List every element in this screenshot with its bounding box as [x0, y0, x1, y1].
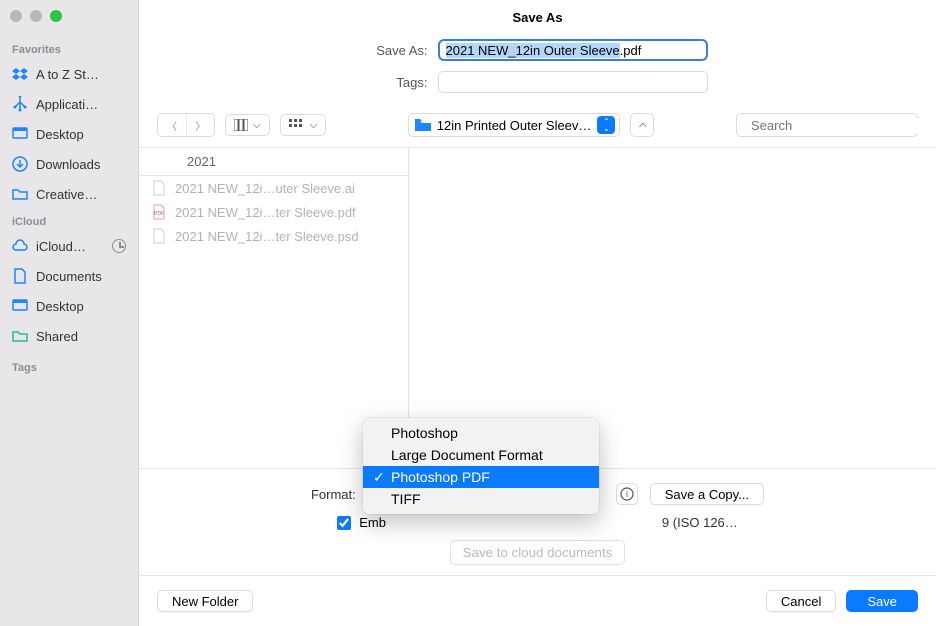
document-icon — [12, 268, 28, 284]
sidebar-item-app[interactable]: Applicati… — [0, 92, 138, 116]
cancel-button[interactable]: Cancel — [766, 590, 836, 612]
sidebar-item-dropbox[interactable]: A to Z St… — [0, 62, 138, 86]
path-label: 12in Printed Outer Sleev… — [437, 118, 592, 133]
file-name: 2021 NEW_12i…uter Sleeve.ai — [175, 181, 355, 196]
file-icon: PDF — [151, 204, 167, 220]
sidebar-item-label: Shared — [36, 329, 78, 344]
sidebar-item-label: Desktop — [36, 127, 84, 142]
filename-input[interactable] — [438, 39, 708, 61]
view-columns-button[interactable]: ⌵ — [225, 114, 270, 136]
format-label: Format: — [311, 487, 356, 502]
save-as-label: Save As: — [368, 43, 428, 58]
sidebar-item-folder[interactable]: Creative… — [0, 182, 138, 206]
save-a-copy-button[interactable]: Save a Copy... — [650, 483, 764, 505]
embed-label-prefix: Emb — [359, 515, 386, 530]
sidebar-item-label: iCloud… — [36, 239, 86, 254]
chevron-left-icon: 〈 — [167, 118, 177, 133]
shared-icon — [12, 328, 28, 344]
sidebar-item-desktop[interactable]: Desktop — [0, 122, 138, 146]
sidebar-item-label: Creative… — [36, 187, 97, 202]
format-menu-item[interactable]: Large Document Format — [363, 444, 599, 466]
desktop-icon — [12, 298, 28, 314]
desktop-icon — [12, 126, 28, 142]
sidebar-item-desktop[interactable]: Desktop — [0, 294, 138, 318]
svg-text:i: i — [626, 489, 628, 499]
embed-label-suffix: 9 (ISO 126… — [662, 515, 738, 530]
chevron-down-icon: ⌵ — [253, 120, 261, 131]
path-stepper-icon: ⌃⌄ — [597, 116, 615, 134]
sidebar-item-download[interactable]: Downloads — [0, 152, 138, 176]
nav-back-button[interactable]: 〈 — [158, 114, 186, 136]
favorites-section-label: Favorites — [0, 44, 138, 62]
sidebar-item-label: Applicati… — [36, 97, 98, 112]
minimize-window-button[interactable] — [30, 10, 42, 22]
tags-label: Tags: — [368, 75, 428, 90]
go-up-button[interactable]: ⌵ — [630, 113, 654, 137]
sidebar-item-label: Desktop — [36, 299, 84, 314]
file-icon — [151, 228, 167, 244]
chevron-up-icon: ⌵ — [639, 120, 647, 131]
sidebar: Favorites A to Z St… Applicati… Desktop Dow… — [0, 0, 139, 626]
tags-section-label: Tags — [0, 362, 138, 380]
close-window-button[interactable] — [10, 10, 22, 22]
path-popup[interactable]: 12in Printed Outer Sleev… ⌃⌄ — [408, 113, 621, 137]
save-to-cloud-button[interactable]: Save to cloud documents — [450, 540, 626, 565]
chevron-right-icon: 〉 — [196, 118, 206, 133]
grid-icon — [289, 119, 305, 131]
dropbox-icon — [12, 66, 28, 82]
search-field[interactable] — [736, 113, 918, 137]
sidebar-item-label: Downloads — [36, 157, 100, 172]
zoom-window-button[interactable] — [50, 10, 62, 22]
file-row[interactable]: 2021 NEW_12i…uter Sleeve.ai — [139, 176, 408, 200]
sidebar-item-label: A to Z St… — [36, 67, 99, 82]
main-panel: Save As Save As: Tags: 〈 〉 ⌵ ⌵ 12in Prin… — [139, 0, 936, 626]
file-name: 2021 NEW_12i…ter Sleeve.pdf — [175, 205, 356, 220]
action-bar: New Folder Cancel Save — [139, 575, 936, 626]
format-menu-item[interactable]: Photoshop PDF — [363, 466, 599, 488]
traffic-lights — [0, 10, 138, 22]
sidebar-item-shared[interactable]: Shared — [0, 324, 138, 348]
sync-progress-icon — [112, 239, 126, 253]
new-folder-button[interactable]: New Folder — [157, 590, 253, 612]
file-icon — [151, 180, 167, 196]
chevron-down-icon: ⌵ — [310, 120, 318, 131]
svg-text:PDF: PDF — [154, 211, 164, 217]
cloud-icon — [12, 238, 28, 254]
tags-input[interactable] — [438, 71, 708, 93]
format-info-button[interactable]: i — [616, 483, 638, 505]
window-title: Save As — [139, 0, 936, 39]
format-popup-menu[interactable]: PhotoshopLarge Document FormatPhotoshop … — [363, 418, 599, 514]
icloud-section-label: iCloud — [0, 216, 138, 234]
folder-icon — [12, 186, 28, 202]
file-name: 2021 NEW_12i…ter Sleeve.psd — [175, 229, 359, 244]
columns-icon — [234, 119, 248, 131]
sidebar-item-document[interactable]: Documents — [0, 264, 138, 288]
column-header: 2021 — [139, 148, 408, 176]
save-button[interactable]: Save — [846, 590, 918, 612]
file-row[interactable]: 2021 NEW_12i…ter Sleeve.psd — [139, 224, 408, 248]
view-grid-button[interactable]: ⌵ — [280, 114, 327, 136]
format-menu-item[interactable]: TIFF — [363, 488, 599, 510]
app-icon — [12, 96, 28, 112]
embed-profile-checkbox[interactable] — [337, 516, 351, 530]
format-menu-item[interactable]: Photoshop — [363, 422, 599, 444]
sidebar-item-cloud[interactable]: iCloud… — [0, 234, 138, 258]
sidebar-item-label: Documents — [36, 269, 102, 284]
nav-back-forward: 〈 〉 — [157, 113, 215, 137]
folder-icon — [415, 119, 431, 131]
toolbar: 〈 〉 ⌵ ⌵ 12in Printed Outer Sleev… ⌃⌄ ⌵ — [139, 103, 936, 147]
info-icon: i — [620, 487, 634, 501]
search-input[interactable] — [751, 118, 927, 133]
nav-forward-button[interactable]: 〉 — [186, 114, 214, 136]
download-icon — [12, 156, 28, 172]
file-row[interactable]: PDF 2021 NEW_12i…ter Sleeve.pdf — [139, 200, 408, 224]
